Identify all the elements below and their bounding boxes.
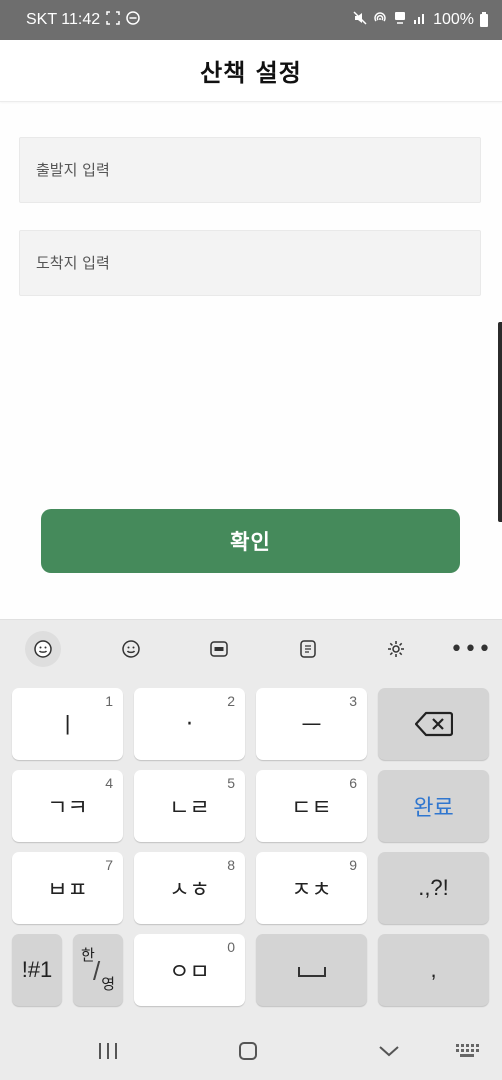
key-label: !#1 xyxy=(21,957,53,982)
battery-icon xyxy=(480,11,488,27)
mute-icon xyxy=(353,10,367,30)
key-label: ㅂㅍ xyxy=(47,878,88,903)
punctuation-key[interactable]: .,?! xyxy=(378,852,489,924)
end-location-input[interactable] xyxy=(19,230,481,296)
clipboard-icon[interactable] xyxy=(290,631,326,667)
keyboard: ••• 1 ㅣ 2 · 3 ㅡ 4 ㄱㅋ 5 ㄴㄹ 6 ㄷㅌ 완료 7 ㅂㅍ 8… xyxy=(0,619,502,1080)
key-number: 8 xyxy=(227,857,235,873)
gif-icon[interactable] xyxy=(201,631,237,667)
confirm-button[interactable]: 확인 xyxy=(41,509,460,573)
data-icon xyxy=(393,11,407,30)
settings-icon[interactable] xyxy=(378,631,414,667)
backspace-icon xyxy=(414,711,453,737)
key-number: 2 xyxy=(227,693,235,709)
key-number: 5 xyxy=(227,775,235,791)
key-2[interactable]: 2 · xyxy=(134,688,245,760)
key-label: 완료 xyxy=(413,796,454,821)
key-number: 3 xyxy=(349,693,357,709)
key-1[interactable]: 1 ㅣ xyxy=(12,688,123,760)
key-label: ㅇㅁ xyxy=(169,960,210,985)
key-label: ㄴㄹ xyxy=(169,796,210,821)
key-number: 1 xyxy=(105,693,113,709)
space-key[interactable] xyxy=(256,934,367,1006)
key-number: 4 xyxy=(105,775,113,791)
key-label: · xyxy=(186,711,193,737)
key-label: .,?! xyxy=(418,875,449,900)
comma-key[interactable]: , xyxy=(378,934,489,1006)
start-location-input[interactable] xyxy=(19,137,481,203)
key-7[interactable]: 7 ㅂㅍ xyxy=(12,852,123,924)
key-0[interactable]: 0 ㅇㅁ xyxy=(134,934,245,1006)
key-label: ㅈㅊ xyxy=(291,878,332,903)
emoji-icon[interactable] xyxy=(113,631,149,667)
status-bar: SKT 11:42 100% xyxy=(0,0,502,40)
keyboard-toolbar: ••• xyxy=(0,620,502,678)
carrier-time: SKT 11:42 xyxy=(26,11,101,28)
language-toggle-key[interactable]: 한 / 영 xyxy=(73,934,123,1006)
recents-icon[interactable] xyxy=(93,1038,123,1064)
key-label: ㅡ xyxy=(301,714,322,739)
english-label: 영 xyxy=(101,975,115,993)
signal-icon xyxy=(413,11,427,30)
key-8[interactable]: 8 ㅅㅎ xyxy=(134,852,245,924)
key-label: ㄷㅌ xyxy=(291,796,332,821)
home-icon[interactable] xyxy=(233,1038,263,1064)
navigation-bar xyxy=(0,1022,502,1080)
screenshot-icon xyxy=(106,10,120,30)
space-icon xyxy=(297,967,326,977)
dnd-icon xyxy=(126,10,140,30)
key-label: ㅣ xyxy=(57,714,78,739)
key-number: 9 xyxy=(349,857,357,873)
key-6[interactable]: 6 ㄷㅌ xyxy=(256,770,367,842)
emoji-sticker-icon[interactable] xyxy=(25,631,61,667)
edge-panel-handle[interactable] xyxy=(498,322,502,522)
key-number: 0 xyxy=(227,939,235,955)
key-5[interactable]: 5 ㄴㄹ xyxy=(134,770,245,842)
key-number: 7 xyxy=(105,857,113,873)
more-icon[interactable]: ••• xyxy=(450,634,491,664)
backspace-key[interactable] xyxy=(378,688,489,760)
key-9[interactable]: 9 ㅈㅊ xyxy=(256,852,367,924)
back-icon[interactable] xyxy=(374,1038,404,1064)
hotspot-icon xyxy=(373,11,387,30)
page-title: 산책 설정 xyxy=(200,59,302,87)
key-3[interactable]: 3 ㅡ xyxy=(256,688,367,760)
key-4[interactable]: 4 ㄱㅋ xyxy=(12,770,123,842)
symbol-key[interactable]: !#1 xyxy=(12,934,62,1006)
battery-percent: 100% xyxy=(433,11,474,28)
key-label: , xyxy=(430,957,437,982)
keyboard-switch-icon[interactable] xyxy=(452,1038,482,1064)
slash-label: / xyxy=(93,956,101,986)
key-label: ㅅㅎ xyxy=(169,878,210,903)
key-number: 6 xyxy=(349,775,357,791)
key-label: ㄱㅋ xyxy=(47,796,88,821)
app-header: 산책 설정 xyxy=(0,40,502,102)
done-key[interactable]: 완료 xyxy=(378,770,489,842)
